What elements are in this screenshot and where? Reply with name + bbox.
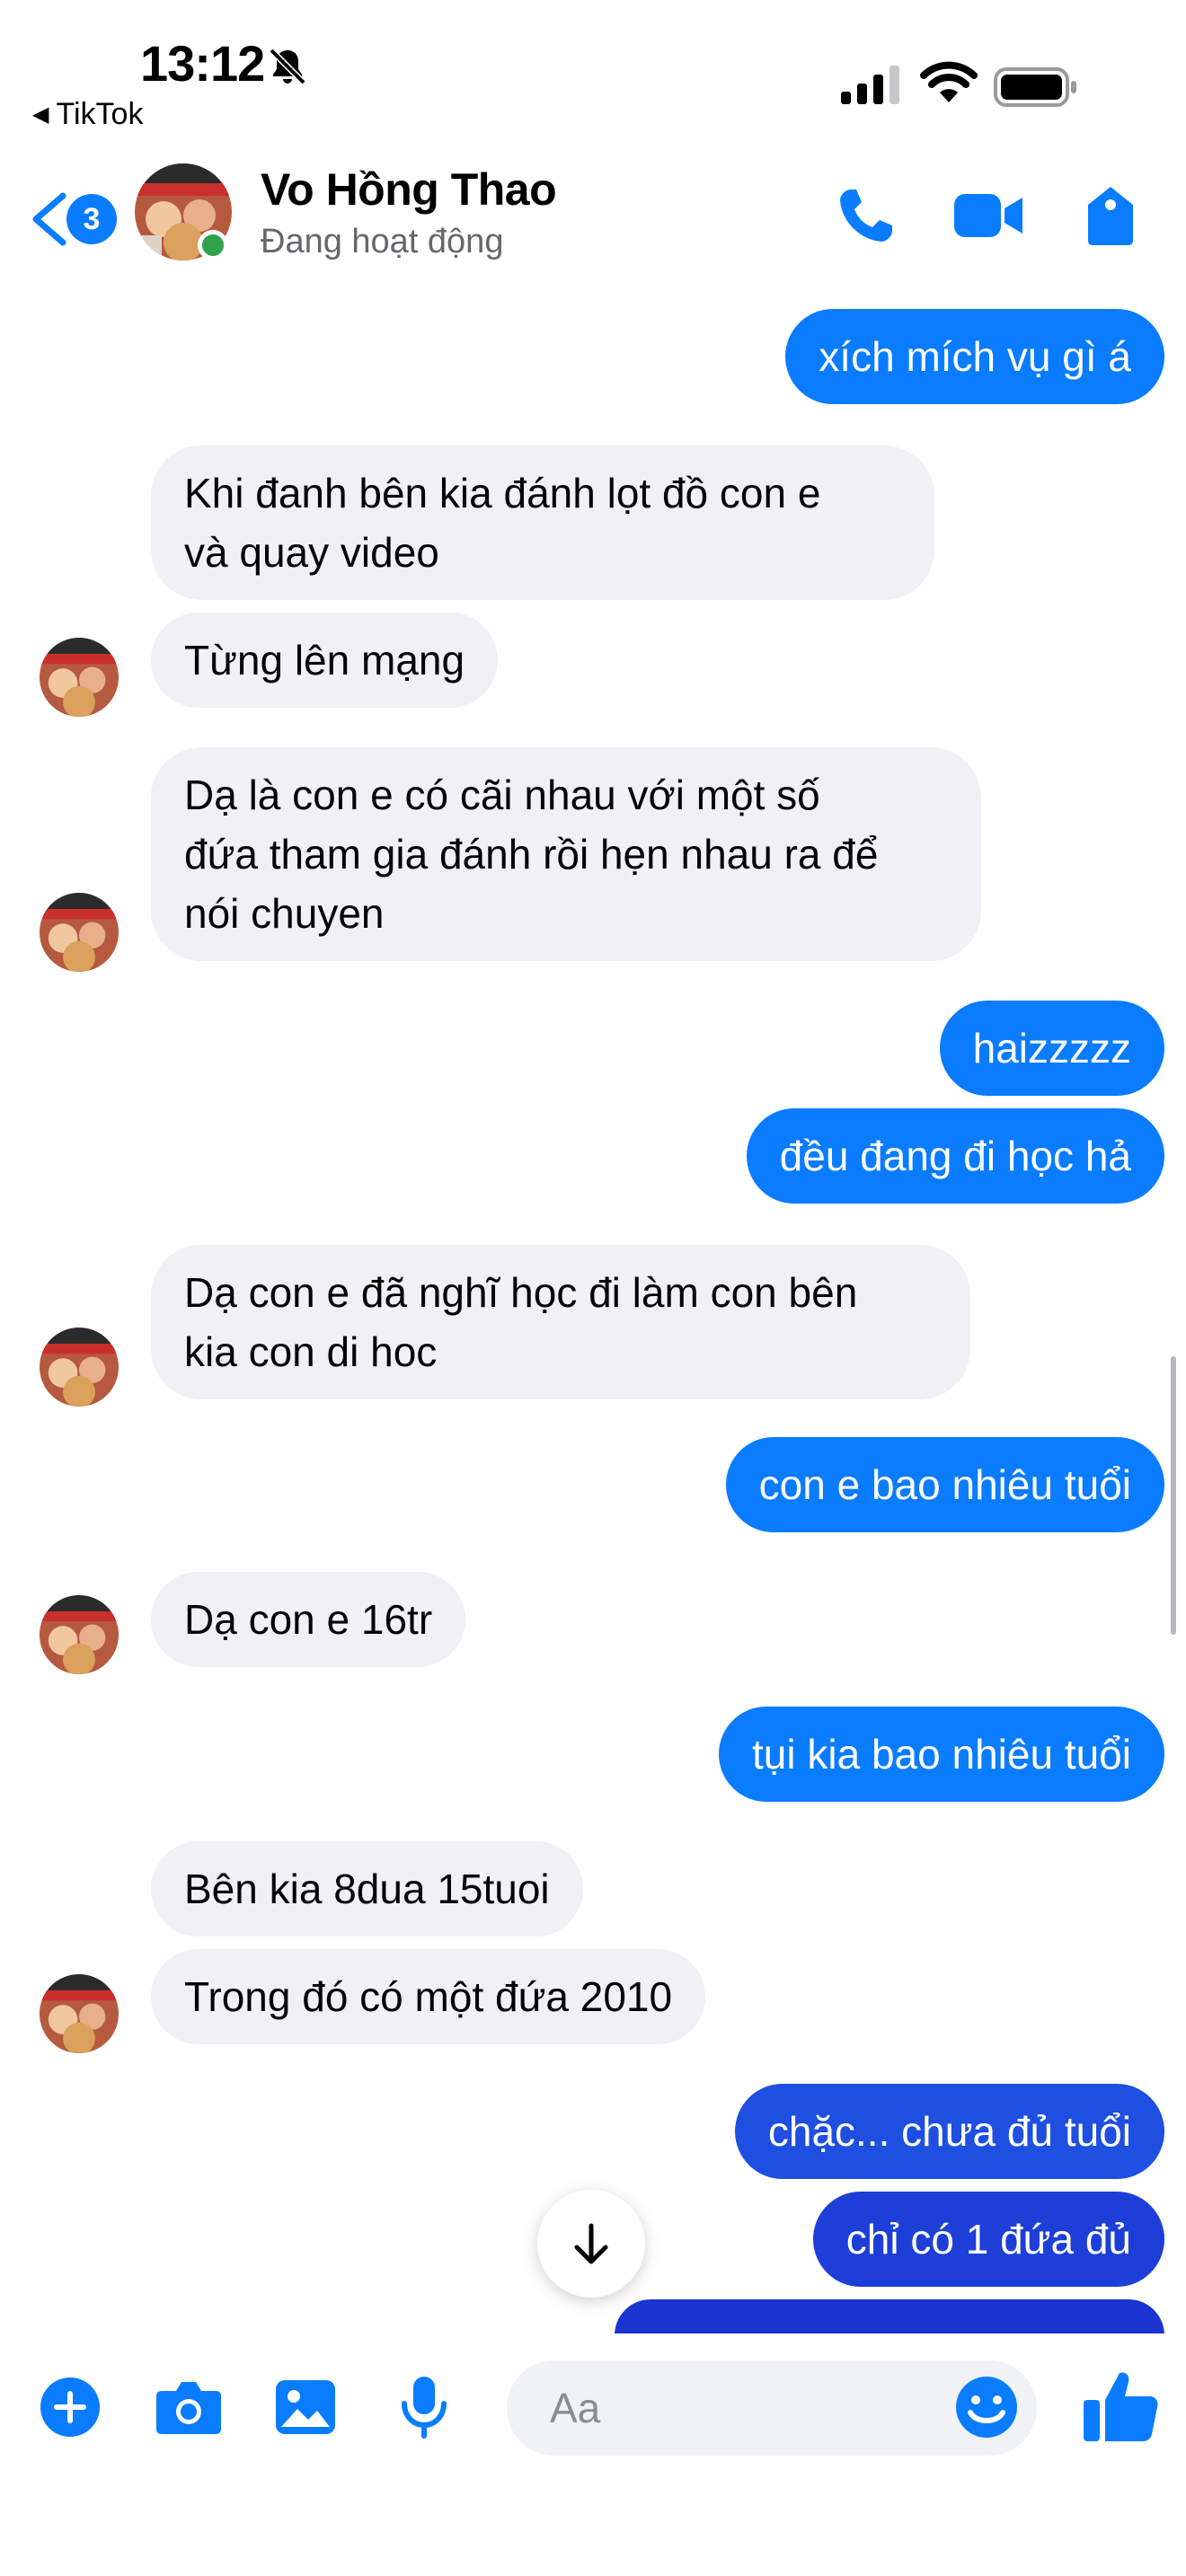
message-bubble-incoming[interactable]: Trong đó có một đứa 2010: [151, 1949, 706, 2044]
chat-header: 3 Vo Hồng Thao Đang hoạt động: [0, 153, 1186, 286]
sender-avatar[interactable]: [40, 893, 119, 972]
back-to-app-link[interactable]: ◀ TikTok: [32, 97, 143, 132]
message-bubble-outgoing[interactable]: đều đang đi học hả: [746, 1108, 1164, 1204]
like-button[interactable]: [1080, 2366, 1161, 2447]
unread-count-badge: 3: [66, 194, 117, 244]
phone-icon: [840, 190, 892, 242]
chevron-left-icon: [32, 192, 66, 246]
arrow-down-icon: [574, 2223, 608, 2264]
more-actions-button[interactable]: [34, 2371, 106, 2443]
sender-avatar[interactable]: [40, 638, 119, 717]
message-bubble-outgoing[interactable]: xích mích vụ gì á: [785, 309, 1164, 404]
avatar-photo-icon: [40, 1328, 119, 1407]
cellular-signal-icon: [841, 66, 899, 104]
microphone-icon: [402, 2377, 447, 2439]
sender-avatar[interactable]: [40, 1974, 119, 2053]
camera-button[interactable]: [153, 2371, 225, 2443]
message-bubble-outgoing[interactable]: tụi kia bao nhiêu tuổi: [719, 1707, 1164, 1802]
message-bubble-incoming[interactable]: Bên kia 8dua 15tuoi: [151, 1841, 583, 1936]
status-bar: 13:12 ◀ TikTok: [0, 0, 1186, 153]
back-app-label: TikTok: [56, 97, 144, 131]
voice-message-button[interactable]: [388, 2371, 460, 2443]
message-bubble-incoming[interactable]: Dạ là con e có cãi nhau với một số đứa t…: [151, 747, 981, 961]
tag-icon: [1088, 187, 1133, 245]
camera-icon: [156, 2382, 221, 2434]
bell-muted-icon: [269, 48, 306, 85]
thumbs-up-icon: [1084, 2372, 1158, 2441]
plus-icon: [40, 2378, 100, 2437]
video-call-button[interactable]: [952, 180, 1024, 251]
back-button[interactable]: 3: [22, 185, 117, 253]
message-list[interactable]: xích mích vụ gì á Khi đanh bên kia đánh …: [0, 286, 1186, 2333]
back-triangle-icon: ◀: [32, 102, 49, 127]
message-bubble-outgoing[interactable]: con e bao nhiêu tuổi: [725, 1437, 1164, 1532]
message-bubble-incoming[interactable]: Từng lên mạng: [151, 613, 499, 708]
avatar-photo-icon: [40, 893, 119, 972]
avatar-photo-icon: [40, 1595, 119, 1674]
contact-name[interactable]: Vo Hồng Thao: [261, 163, 557, 216]
avatar-photo-icon: [40, 638, 119, 717]
image-icon: [276, 2380, 335, 2434]
online-indicator: [198, 230, 228, 260]
scrollbar[interactable]: [1171, 1356, 1176, 1635]
message-bubble-outgoing[interactable]: haizzzzz: [939, 1001, 1164, 1096]
voice-call-button[interactable]: [830, 180, 902, 251]
emoji-icon: [956, 2377, 1017, 2438]
status-time: 13:12: [140, 35, 265, 92]
message-bubble-outgoing[interactable]: chỉ có 1 đứa đủ: [812, 2192, 1164, 2287]
gallery-button[interactable]: [270, 2371, 341, 2443]
message-bubble-outgoing[interactable]: chặc... chưa đủ tuổi: [734, 2084, 1164, 2179]
emoji-button[interactable]: [951, 2371, 1022, 2443]
message-bubble-incoming[interactable]: Dạ con e 16tr: [151, 1572, 466, 1667]
scroll-to-bottom-button[interactable]: [537, 2190, 645, 2298]
message-composer: [0, 2333, 1186, 2576]
avatar-photo-icon: [40, 1974, 119, 2053]
contact-status: Đang hoạt động: [261, 223, 504, 260]
tag-button[interactable]: [1075, 180, 1146, 251]
wifi-icon: [920, 61, 978, 102]
sender-avatar[interactable]: [40, 1595, 119, 1674]
message-bubble-outgoing-partial[interactable]: [615, 2299, 1164, 2333]
message-bubble-incoming[interactable]: Khi đanh bên kia đánh lọt đồ con e và qu…: [151, 446, 934, 600]
battery-icon: [994, 67, 1076, 107]
message-bubble-incoming[interactable]: Dạ con e đã nghĩ học đi làm con bên kia …: [151, 1245, 970, 1399]
video-camera-icon: [954, 194, 1022, 237]
sender-avatar[interactable]: [40, 1328, 119, 1407]
